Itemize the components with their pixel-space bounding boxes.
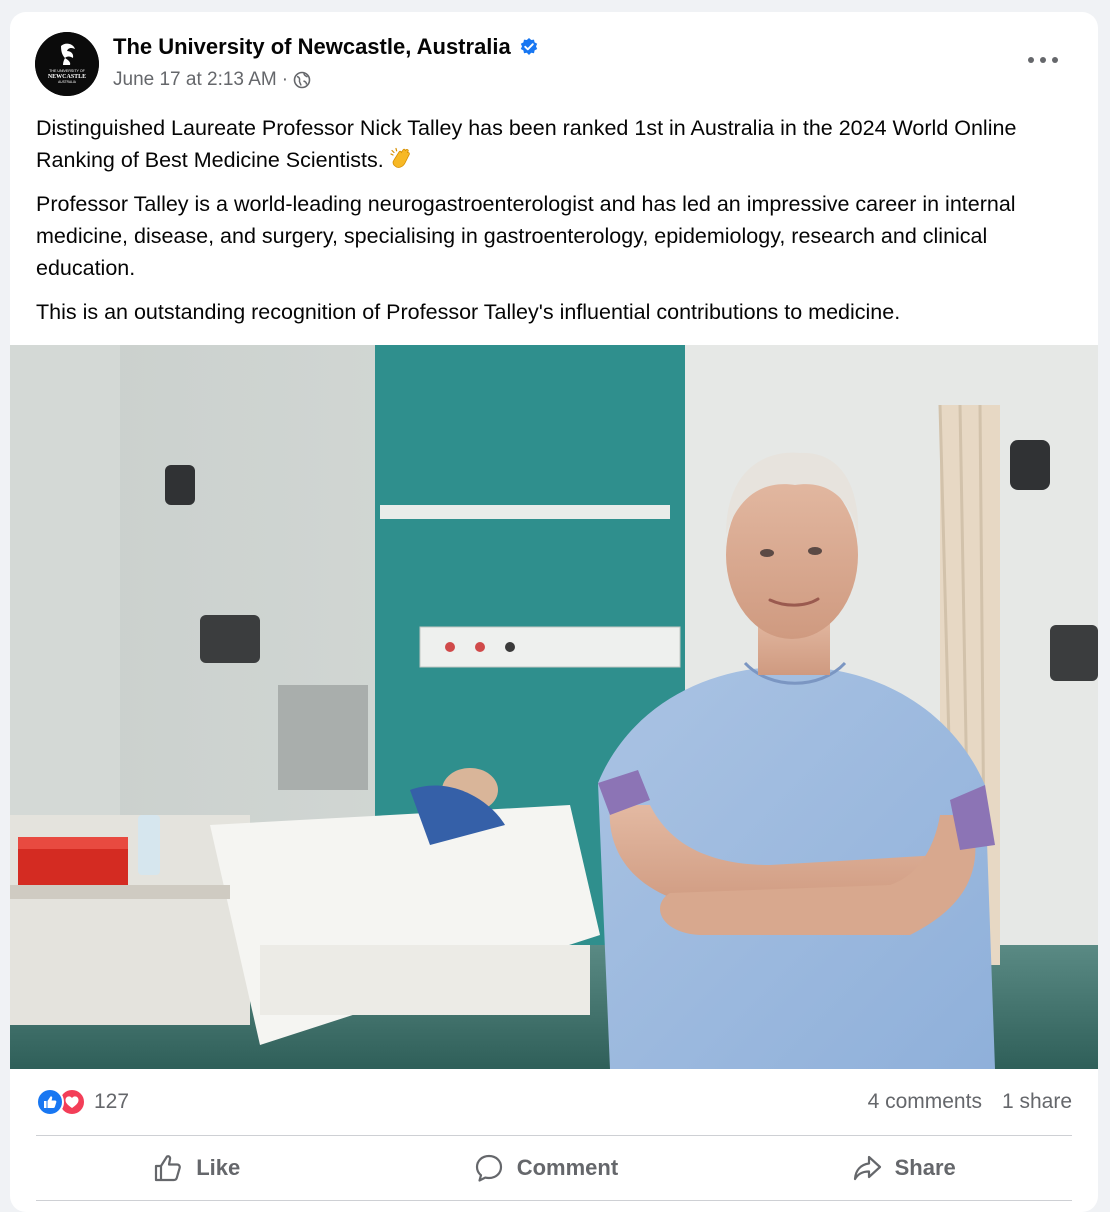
page-name-link[interactable]: The University of Newcastle, Australia (113, 34, 511, 60)
actions-divider (36, 1200, 1072, 1201)
like-button[interactable]: Like (112, 1144, 280, 1192)
post-photo[interactable] (10, 345, 1098, 1069)
post-timestamp[interactable]: June 17 at 2:13 AM (113, 69, 277, 91)
share-label: Share (894, 1155, 956, 1180)
shares-count-link[interactable]: 1 share (1002, 1090, 1072, 1114)
clapping-hands-emoji (388, 146, 414, 172)
like-reaction-icon (36, 1088, 64, 1116)
post-card: THE UNIVERSITY OF NEWCASTLE AUSTRALIA Th… (10, 12, 1098, 1212)
comments-count-link[interactable]: 4 comments (868, 1090, 982, 1114)
reactions-summary[interactable]: 127 (36, 1088, 129, 1116)
post-paragraph: Distinguished Laureate Professor Nick Ta… (36, 112, 1081, 176)
post-actions: Like Comment Share (36, 1142, 1072, 1194)
verified-badge-icon (519, 37, 539, 57)
post-body: Distinguished Laureate Professor Nick Ta… (36, 112, 1081, 340)
meta-separator: · (281, 69, 289, 90)
comment-button[interactable]: Comment (433, 1144, 658, 1192)
more-dot-icon (1052, 57, 1058, 63)
page-name-row: The University of Newcastle, Australia (113, 34, 539, 60)
post-paragraph: This is an outstanding recognition of Pr… (36, 300, 901, 324)
more-options-button[interactable] (1028, 50, 1058, 70)
comment-bubble-icon (473, 1152, 505, 1184)
post-stats: 127 4 comments 1 share (36, 1084, 1072, 1120)
paragraph-text: Distinguished Laureate Professor Nick Ta… (36, 116, 1017, 172)
globe-icon (293, 71, 311, 89)
thumbs-up-icon (152, 1152, 184, 1184)
share-button[interactable]: Share (811, 1144, 996, 1192)
post-meta: June 17 at 2:13 AM · (113, 69, 311, 91)
more-dot-icon (1028, 57, 1034, 63)
reaction-count: 127 (94, 1090, 130, 1113)
page-avatar[interactable]: THE UNIVERSITY OF NEWCASTLE AUSTRALIA (35, 32, 99, 96)
engagement-counts: 4 comments 1 share (868, 1090, 1072, 1114)
post-paragraph: Professor Talley is a world-leading neur… (36, 192, 1016, 280)
more-dot-icon (1040, 57, 1046, 63)
like-label: Like (196, 1155, 241, 1180)
avatar-line1: THE UNIVERSITY OF (49, 69, 85, 73)
avatar-line3: AUSTRALIA (58, 80, 77, 84)
comment-label: Comment (516, 1155, 619, 1180)
share-arrow-icon (851, 1152, 883, 1184)
stats-divider (36, 1135, 1072, 1136)
